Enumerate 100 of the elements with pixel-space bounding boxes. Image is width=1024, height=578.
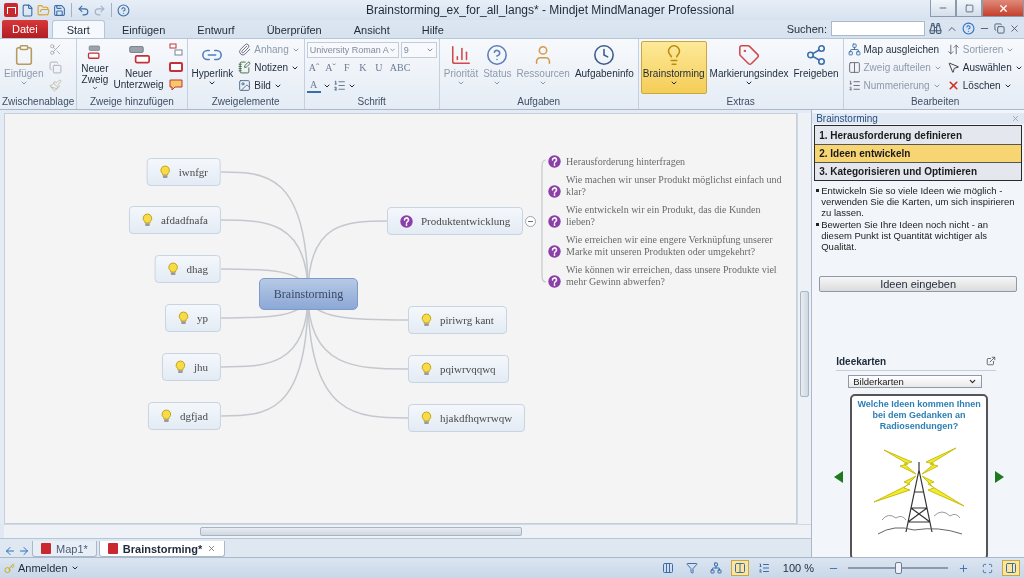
- topic-node[interactable]: jhu: [161, 353, 221, 381]
- sign-in-button[interactable]: Anmelden: [4, 562, 79, 574]
- close-icon[interactable]: [1011, 114, 1020, 123]
- topic-node[interactable]: hjakdfhqwrwqw: [408, 404, 526, 432]
- new-file-icon[interactable]: [21, 3, 34, 17]
- help-icon[interactable]: [117, 3, 130, 17]
- enter-ideas-button[interactable]: Ideen eingeben: [819, 276, 1017, 292]
- ribbon-tab[interactable]: Ansicht: [338, 20, 405, 38]
- panel-toggle-button[interactable]: [1002, 560, 1020, 576]
- ribbon-tab[interactable]: Einfügen: [106, 20, 181, 38]
- ribbon-button[interactable]: Auswählen: [944, 59, 1024, 76]
- subtopic-text[interactable]: Wie entwickeln wir ein Produkt, das die Kunden lieben?: [566, 204, 791, 228]
- topic-text: iwnfgr: [178, 166, 208, 178]
- subtopic-text[interactable]: Herausforderung hinterfragen: [566, 156, 791, 168]
- lightbulb-icon: [178, 311, 189, 325]
- collapse-button[interactable]: [525, 216, 537, 227]
- font-color-button[interactable]: A: [306, 78, 321, 93]
- plus-icon: [957, 562, 969, 574]
- folder-icon[interactable]: [37, 3, 50, 17]
- topic-node[interactable]: pqiwrvqqwq: [408, 355, 509, 383]
- group-label: Aufgaben: [516, 96, 562, 108]
- app-logo[interactable]: [4, 3, 18, 17]
- font-size-field[interactable]: 9: [400, 41, 437, 58]
- question-icon: [548, 245, 561, 258]
- format-button[interactable]: Aˇ: [323, 59, 338, 76]
- help-icon[interactable]: [962, 22, 975, 35]
- popout-icon[interactable]: [986, 356, 996, 366]
- ribbon-button[interactable]: Notizen: [236, 59, 302, 76]
- ribbon-button[interactable]: Aufgabeninfo: [572, 41, 636, 94]
- topic-node[interactable]: yp: [165, 304, 221, 332]
- subtopic-text[interactable]: Wie erreichen wir eine engere Verknüpfung unserer Marke mit unseren Produkten oder umgekehrt?: [566, 234, 791, 258]
- search-field[interactable]: [831, 21, 925, 36]
- ribbon-tab[interactable]: Start: [51, 20, 105, 38]
- topic-node[interactable]: piriwrg kant: [408, 306, 507, 334]
- format-button[interactable]: U: [371, 59, 386, 76]
- step-item[interactable]: 1. Herausforderung definieren: [815, 126, 1021, 144]
- font-field[interactable]: University Roman A: [306, 41, 399, 58]
- network-icon: [709, 562, 722, 574]
- close-icon[interactable]: [207, 544, 217, 553]
- subtopic-text[interactable]: Wie machen wir unser Produkt möglichst einfach und klar?: [566, 174, 791, 198]
- next-arrow-icon[interactable]: [995, 471, 1004, 483]
- previous-arrow-icon[interactable]: [834, 471, 844, 483]
- maximize-button[interactable]: [956, 0, 982, 17]
- minimize-button[interactable]: [930, 0, 956, 17]
- map-view-button[interactable]: [730, 560, 749, 576]
- topic-icon: [168, 61, 183, 74]
- topic-node[interactable]: dgfjad: [147, 402, 221, 430]
- scroll-thumb[interactable]: [800, 291, 810, 397]
- format-button[interactable]: K: [355, 59, 370, 76]
- ribbon-button[interactable]: Neuer Zweig: [79, 41, 111, 94]
- forward-icon[interactable]: [18, 545, 30, 557]
- horizontal-scrollbar[interactable]: [4, 524, 812, 538]
- ribbon-button[interactable]: Neuer Unterzweig: [111, 41, 166, 94]
- ribbon-button[interactable]: Löschen: [944, 77, 1024, 94]
- panel-title: Brainstorming: [816, 113, 878, 124]
- topic-text: afdadfnafa: [160, 214, 208, 226]
- scroll-thumb[interactable]: [200, 527, 522, 536]
- step-item[interactable]: 3. Kategorisieren und Optimieren: [815, 162, 1021, 180]
- ribbon-button[interactable]: Map ausgleichen: [845, 41, 944, 58]
- search-label: Suchen:: [786, 22, 827, 35]
- save-icon[interactable]: [53, 3, 66, 17]
- ribbon-tab[interactable]: Hilfe: [406, 20, 459, 38]
- step-item[interactable]: 2. Ideen entwickeln: [815, 144, 1021, 162]
- topic-node[interactable]: iwnfgr: [146, 158, 221, 186]
- ribbon-button[interactable]: Hyperlink: [189, 41, 236, 94]
- question-icon: [400, 214, 413, 228]
- document-tab[interactable]: Brainstorming*: [98, 541, 226, 557]
- ribbon-button[interactable]: Brainstorming: [640, 41, 707, 94]
- format-button[interactable]: ABC: [387, 59, 413, 76]
- notepad-icon: [238, 61, 252, 74]
- lightbulb-icon: [167, 262, 179, 276]
- ribbon-button[interactable]: Markierungsindex: [707, 41, 791, 94]
- file-tab[interactable]: Datei: [2, 20, 48, 38]
- close-icon[interactable]: [1009, 23, 1020, 34]
- caret-icon: [745, 79, 753, 87]
- card-set-dropdown[interactable]: Bilderkarten: [848, 375, 982, 388]
- lightbulb-icon: [174, 360, 186, 374]
- close-button[interactable]: [982, 0, 1024, 17]
- ribbon-tab[interactable]: Entwurf: [182, 20, 250, 38]
- ribbon-button[interactable]: Bild: [236, 77, 302, 94]
- document-tab[interactable]: Map1*: [32, 541, 97, 557]
- undo-icon[interactable]: [77, 3, 90, 17]
- binoculars-icon[interactable]: [929, 22, 942, 35]
- toolbar-button[interactable]: [166, 41, 185, 58]
- subtopic-text[interactable]: Wie können wir erreichen, dass unsere Produkte viel mehr Gewinn abwerfen?: [566, 264, 791, 288]
- central-topic[interactable]: Brainstorming: [259, 278, 358, 310]
- topic-node[interactable]: afdadfnafa: [128, 206, 221, 234]
- vertical-scrollbar[interactable]: [797, 113, 812, 524]
- restore-icon[interactable]: [994, 23, 1005, 34]
- ribbon-button[interactable]: Freigeben: [791, 41, 841, 94]
- back-icon[interactable]: [4, 545, 16, 557]
- zoom-slider-thumb[interactable]: [895, 562, 902, 574]
- format-button[interactable]: Aˆ: [306, 59, 322, 76]
- format-button[interactable]: F: [339, 59, 354, 76]
- bullet-text: Entwickeln Sie so viele Ideen wie möglich - verwenden Sie die Karten, um sich inspirieren zu lassen.: [821, 185, 1016, 218]
- topic-node[interactable]: dhag: [154, 255, 221, 283]
- caret-icon: [19, 79, 28, 87]
- ribbon-tab[interactable]: Überprüfen: [251, 20, 337, 38]
- caret-icon: [208, 79, 217, 87]
- card-question: Welche Ideen kommen Ihnen bei dem Gedanken an Radiosendungen?: [856, 398, 982, 432]
